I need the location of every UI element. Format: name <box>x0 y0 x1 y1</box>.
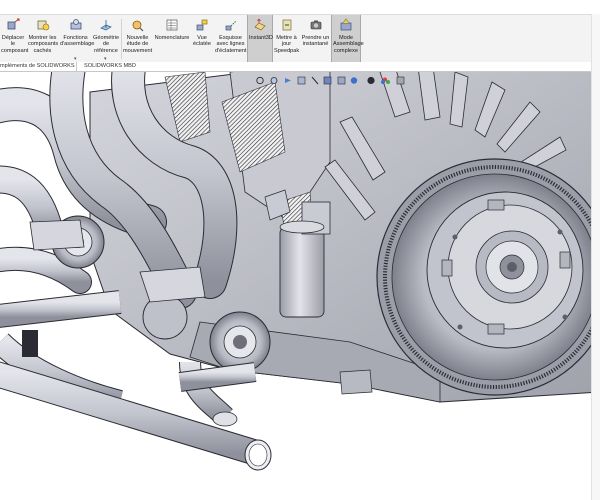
command-manager-ribbon: Déplacer le composant Montrer les compos… <box>0 14 600 64</box>
display-style-icon <box>337 76 346 85</box>
exploded-view-label: Vue éclatée <box>192 35 212 48</box>
snapshot-button[interactable]: Prendre un instantané <box>300 15 331 63</box>
previous-view-icon <box>285 78 291 83</box>
move-component-icon <box>7 18 20 30</box>
tab-solidworks-addins[interactable]: mpléments de SOLIDWORKS <box>0 62 77 71</box>
large-assembly-mode-button[interactable]: Mode Assemblage complexe <box>331 15 364 63</box>
move-component-button[interactable]: Déplacer le composant <box>0 15 29 63</box>
assembly-features-label: Fonctions d'assemblage <box>60 35 95 48</box>
instant3d-icon <box>254 18 266 31</box>
tab-solidworks-mbd[interactable]: SOLIDWORKS MBD <box>84 62 154 71</box>
instant3d-button[interactable]: Instant3D <box>247 15 273 63</box>
zoom-area-icon <box>270 77 278 84</box>
show-hidden-button[interactable]: Montrer les composants cachés <box>27 15 58 63</box>
bill-of-materials-button[interactable]: Nomenclature <box>153 15 191 63</box>
dynamic-annotation-icon <box>311 76 319 85</box>
command-manager-tabs: mpléments de SOLIDWORKS SOLIDWORKS MBD <box>0 62 600 72</box>
hide-show-icon <box>350 77 358 84</box>
motion-study-icon <box>132 20 143 32</box>
explode-line-sketch-icon <box>225 20 236 31</box>
speedpak-label: Mettre à jour Speedpak <box>274 35 300 54</box>
exploded-view-button[interactable]: Vue éclatée <box>191 15 213 63</box>
motion-study-button[interactable]: Nouvelle étude de mouvement <box>122 15 153 63</box>
section-view-icon <box>297 76 306 85</box>
tab-label: SOLIDWORKS MBD <box>84 63 136 69</box>
assembly-features-icon <box>70 19 81 30</box>
reference-geometry-icon <box>100 20 112 31</box>
reference-geometry-label: Géométrie de référence <box>93 35 120 54</box>
large-assembly-label: Mode Assemblage complexe <box>333 35 364 54</box>
view-orientation-icon <box>323 76 332 85</box>
task-pane-edge[interactable] <box>591 14 600 500</box>
large-assembly-icon <box>340 18 352 31</box>
camera-icon <box>310 20 321 30</box>
snapshot-label: Prendre un instantané <box>301 35 330 48</box>
show-hidden-icon <box>37 20 49 31</box>
bill-of-materials-label: Nomenclature <box>154 35 190 41</box>
zoom-fit-icon <box>256 76 264 85</box>
show-hidden-label: Montrer les composants cachés <box>28 35 59 54</box>
tab-label: mpléments de SOLIDWORKS <box>0 63 75 69</box>
heads-up-view-toolbar <box>254 73 414 86</box>
bill-of-materials-icon <box>166 19 178 31</box>
motion-study-label: Nouvelle étude de mouvement <box>123 35 153 54</box>
graphics-area[interactable] <box>0 72 600 500</box>
speedpak-icon <box>282 19 291 31</box>
title-strip <box>0 0 600 14</box>
edit-appearance-icon <box>367 76 375 85</box>
instant3d-label: Instant3D <box>249 35 273 41</box>
view-settings-icon <box>396 76 405 85</box>
exploded-view-icon <box>196 19 208 31</box>
explode-line-sketch-button[interactable]: Esquisse avec lignes d'éclatement <box>214 15 247 63</box>
heads-up-toolbar-icons[interactable] <box>254 75 414 86</box>
engine-assembly-model[interactable] <box>0 72 600 500</box>
explode-line-sketch-label: Esquisse avec lignes d'éclatement <box>215 35 247 54</box>
move-component-label: Déplacer le composant <box>1 35 29 54</box>
speedpak-button[interactable]: Mettre à jour Speedpak <box>273 15 300 63</box>
